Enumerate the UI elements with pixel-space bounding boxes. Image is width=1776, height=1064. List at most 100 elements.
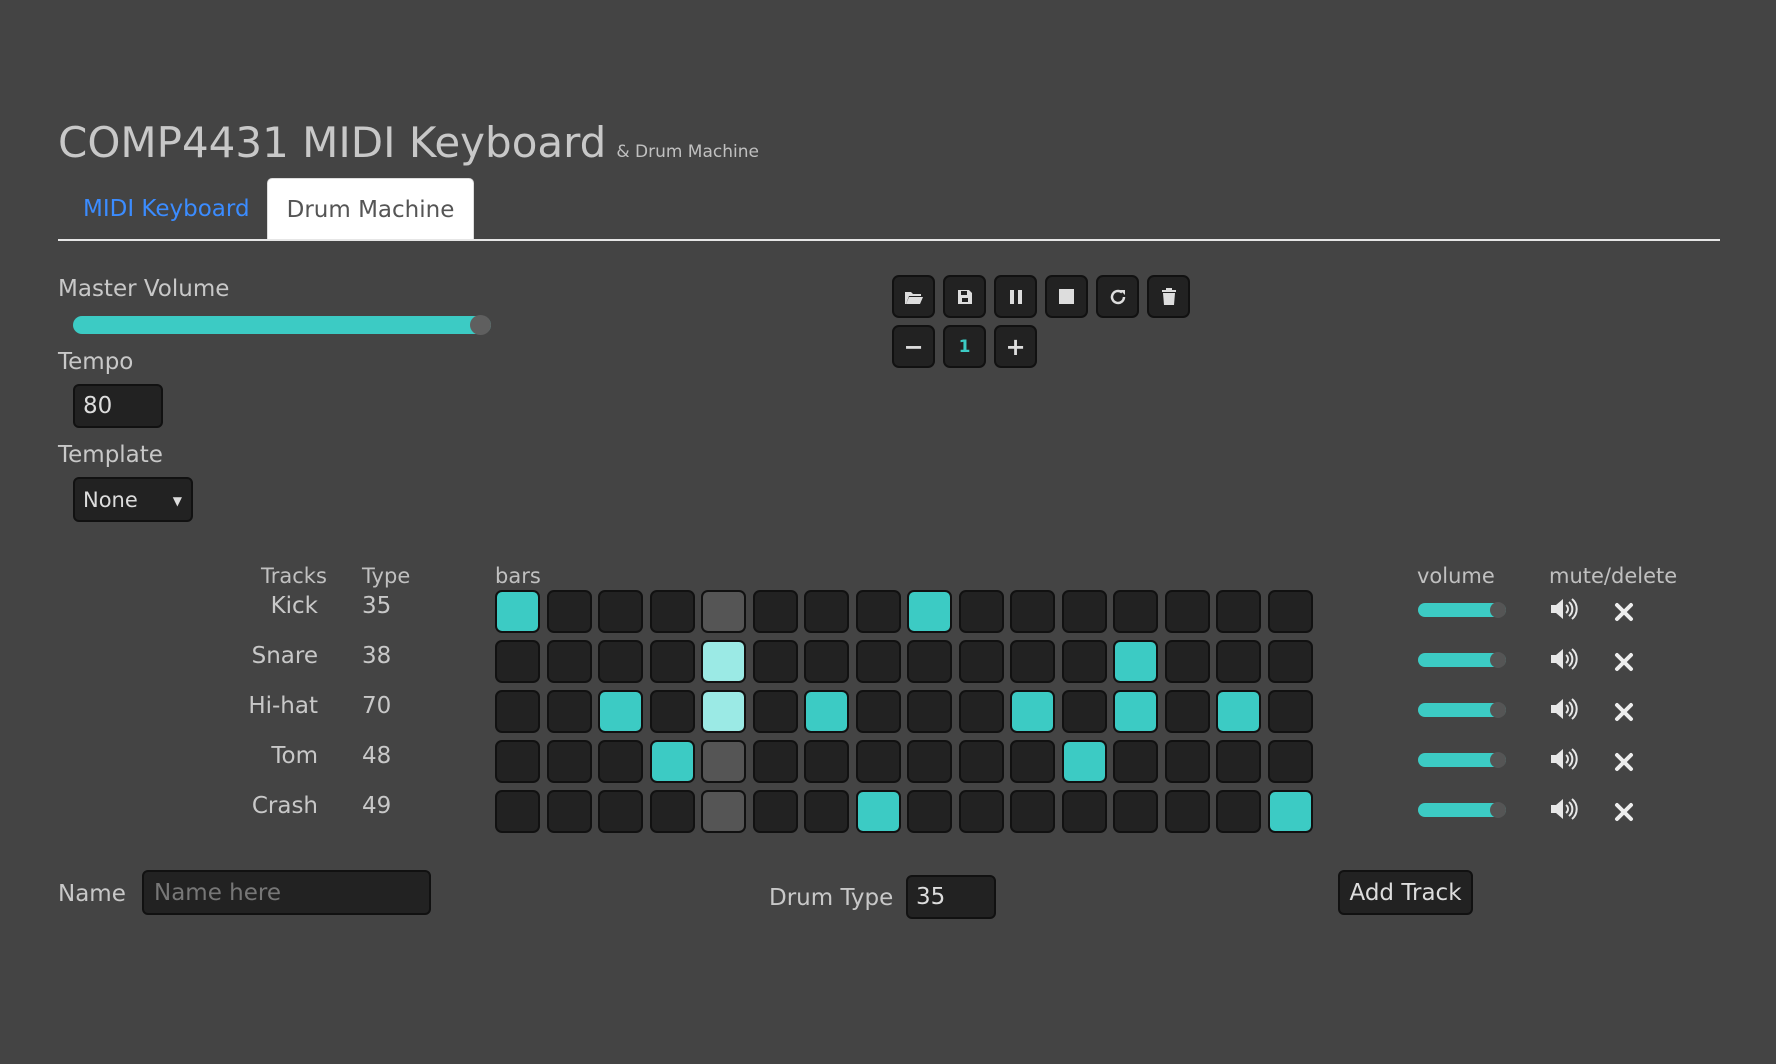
- step-cell[interactable]: [1062, 590, 1107, 633]
- step-cell[interactable]: [959, 690, 1004, 733]
- step-cell[interactable]: [1165, 740, 1210, 783]
- step-cell[interactable]: [650, 690, 695, 733]
- step-cell[interactable]: [1165, 590, 1210, 633]
- step-cell[interactable]: [1113, 740, 1158, 783]
- step-cell[interactable]: [495, 790, 540, 833]
- step-cell[interactable]: [1165, 790, 1210, 833]
- step-cell[interactable]: [1113, 590, 1158, 633]
- step-cell[interactable]: [701, 740, 746, 783]
- step-cell[interactable]: [598, 640, 643, 683]
- step-cell[interactable]: [856, 590, 901, 633]
- step-cell[interactable]: [1216, 790, 1261, 833]
- step-cell[interactable]: [907, 690, 952, 733]
- drum-type-input[interactable]: 35: [906, 875, 996, 919]
- step-cell[interactable]: [1113, 790, 1158, 833]
- step-cell[interactable]: [753, 690, 798, 733]
- track-volume-thumb[interactable]: [1490, 652, 1506, 668]
- step-cell[interactable]: [547, 740, 592, 783]
- close-icon[interactable]: [1614, 602, 1634, 626]
- step-cell[interactable]: [650, 640, 695, 683]
- save-button[interactable]: [943, 275, 986, 318]
- step-cell[interactable]: [959, 790, 1004, 833]
- step-cell[interactable]: [598, 740, 643, 783]
- step-cell[interactable]: [804, 640, 849, 683]
- step-cell[interactable]: [547, 590, 592, 633]
- step-cell[interactable]: [701, 690, 746, 733]
- step-cell[interactable]: [1062, 740, 1107, 783]
- delete-all-button[interactable]: [1147, 275, 1190, 318]
- step-cell[interactable]: [1062, 640, 1107, 683]
- step-cell[interactable]: [907, 740, 952, 783]
- step-cell[interactable]: [547, 690, 592, 733]
- speaker-icon[interactable]: [1549, 797, 1579, 825]
- pause-button[interactable]: [994, 275, 1037, 318]
- step-cell[interactable]: [1010, 690, 1055, 733]
- step-cell[interactable]: [856, 790, 901, 833]
- step-cell[interactable]: [753, 640, 798, 683]
- step-cell[interactable]: [753, 790, 798, 833]
- step-cell[interactable]: [1268, 590, 1313, 633]
- speaker-icon[interactable]: [1549, 647, 1579, 675]
- step-cell[interactable]: [804, 740, 849, 783]
- step-cell[interactable]: [495, 590, 540, 633]
- step-cell[interactable]: [1216, 740, 1261, 783]
- track-volume-thumb[interactable]: [1490, 802, 1506, 818]
- step-cell[interactable]: [959, 640, 1004, 683]
- close-icon[interactable]: [1614, 752, 1634, 776]
- open-button[interactable]: [892, 275, 935, 318]
- step-cell[interactable]: [650, 740, 695, 783]
- name-input[interactable]: [152, 878, 429, 907]
- step-cell[interactable]: [856, 740, 901, 783]
- master-volume-thumb[interactable]: [470, 315, 491, 335]
- step-cell[interactable]: [907, 790, 952, 833]
- step-cell[interactable]: [701, 640, 746, 683]
- step-cell[interactable]: [650, 790, 695, 833]
- step-cell[interactable]: [959, 740, 1004, 783]
- step-cell[interactable]: [804, 790, 849, 833]
- step-cell[interactable]: [1062, 790, 1107, 833]
- template-select[interactable]: None ▼: [73, 477, 193, 522]
- tempo-input[interactable]: 80: [73, 384, 163, 428]
- tab-midi-keyboard[interactable]: MIDI Keyboard: [83, 196, 250, 222]
- step-cell[interactable]: [856, 640, 901, 683]
- step-cell[interactable]: [1268, 640, 1313, 683]
- speaker-icon[interactable]: [1549, 747, 1579, 775]
- step-cell[interactable]: [547, 790, 592, 833]
- close-icon[interactable]: [1614, 702, 1634, 726]
- step-cell[interactable]: [1268, 690, 1313, 733]
- track-volume-thumb[interactable]: [1490, 602, 1506, 618]
- step-cell[interactable]: [1113, 640, 1158, 683]
- decrement-button[interactable]: −: [892, 325, 935, 368]
- master-volume-slider[interactable]: [73, 316, 491, 334]
- step-cell[interactable]: [1010, 740, 1055, 783]
- step-cell[interactable]: [547, 640, 592, 683]
- step-cell[interactable]: [598, 690, 643, 733]
- step-cell[interactable]: [1268, 790, 1313, 833]
- step-cell[interactable]: [1062, 690, 1107, 733]
- step-cell[interactable]: [701, 590, 746, 633]
- step-cell[interactable]: [1010, 640, 1055, 683]
- step-cell[interactable]: [753, 590, 798, 633]
- step-cell[interactable]: [856, 690, 901, 733]
- step-cell[interactable]: [1216, 590, 1261, 633]
- refresh-button[interactable]: [1096, 275, 1139, 318]
- step-cell[interactable]: [1010, 790, 1055, 833]
- close-icon[interactable]: [1614, 652, 1634, 676]
- step-cell[interactable]: [1113, 690, 1158, 733]
- track-volume-thumb[interactable]: [1490, 702, 1506, 718]
- step-cell[interactable]: [1165, 690, 1210, 733]
- step-cell[interactable]: [701, 790, 746, 833]
- step-cell[interactable]: [907, 590, 952, 633]
- step-cell[interactable]: [598, 790, 643, 833]
- name-field[interactable]: [142, 870, 431, 915]
- step-cell[interactable]: [598, 590, 643, 633]
- step-cell[interactable]: [495, 740, 540, 783]
- tab-drum-machine[interactable]: Drum Machine: [267, 178, 474, 240]
- step-cell[interactable]: [1165, 640, 1210, 683]
- step-cell[interactable]: [1010, 590, 1055, 633]
- step-cell[interactable]: [1216, 640, 1261, 683]
- speaker-icon[interactable]: [1549, 597, 1579, 625]
- step-cell[interactable]: [1268, 740, 1313, 783]
- step-cell[interactable]: [804, 690, 849, 733]
- step-cell[interactable]: [907, 640, 952, 683]
